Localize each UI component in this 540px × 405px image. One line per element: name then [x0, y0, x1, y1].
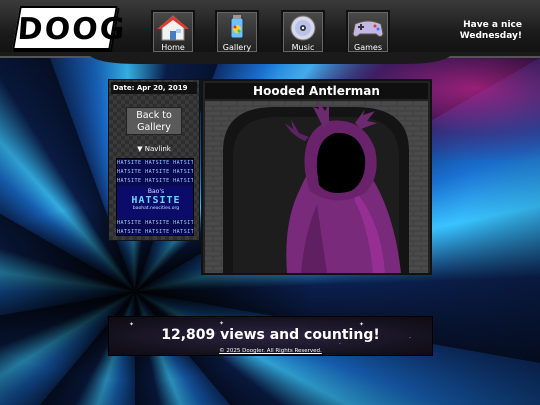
artwork-panel: Hooded Antlerman	[201, 79, 432, 275]
nav-games-button[interactable]: Games	[346, 10, 390, 54]
copyright-link[interactable]: © 2025 Doogler. All Rights Reserved.	[109, 348, 432, 354]
view-counter: 12,809 views and counting!	[161, 327, 380, 343]
greeting: Have a nice Wednesday!	[442, 20, 522, 42]
greeting-line-2: Wednesday!	[459, 31, 522, 41]
banner-row: HATSITE HATSITE HATSITE HATSITE	[117, 219, 193, 228]
banner-url: baohat.neocities.org	[132, 206, 180, 211]
artwork-image[interactable]	[205, 101, 428, 273]
artwork-title: Hooded Antlerman	[205, 83, 428, 99]
site-footer: ✦ · ✦ · ✦ · 12,809 views and counting! ©…	[108, 316, 433, 356]
gamepad-icon	[352, 20, 384, 37]
banner-owner: Bao's	[147, 188, 165, 195]
site-header: DOOG Home Gallery Music Games Have a nic…	[0, 0, 540, 58]
site-logo[interactable]: DOOG	[12, 6, 128, 50]
nav-games-label: Games	[354, 43, 382, 52]
greeting-line-1: Have a nice	[463, 20, 522, 30]
hatsite-banner-link[interactable]: HATSITE HATSITE HATSITE HATSITE HATSITE …	[116, 158, 194, 236]
banner-row: HATSITE HATSITE HATSITE HATSITE	[117, 177, 193, 186]
back-to-gallery-button[interactable]: Back to Gallery	[126, 107, 182, 135]
nav-home-label: Home	[161, 43, 185, 52]
banner-row: HATSITE HATSITE HATSITE HATSITE	[117, 159, 193, 168]
nav-music-label: Music	[291, 43, 315, 52]
house-icon	[157, 15, 189, 41]
nav-gallery-label: Gallery	[222, 43, 252, 52]
logo-text: DOOG	[16, 12, 128, 47]
nav-gallery-button[interactable]: Gallery	[215, 10, 259, 54]
banner-title: HATSITE	[131, 195, 181, 206]
star-decoration: ✦	[219, 320, 225, 327]
banner-center: Bao's HATSITE baohat.neocities.org	[125, 186, 187, 216]
banner-row: HATSITE HATSITE HATSITE HATSITE	[117, 168, 193, 177]
header-curve	[0, 52, 540, 64]
paint-tube-icon	[230, 15, 244, 39]
nav-home-button[interactable]: Home	[151, 10, 195, 54]
navlink-label: ▼ Navlink	[137, 145, 171, 153]
cd-icon	[290, 15, 316, 41]
sidebar: Date: Apr 20, 2019 Back to Gallery ▼ Nav…	[108, 79, 200, 241]
post-date: Date: Apr 20, 2019	[111, 82, 197, 94]
banner-row: HATSITE HATSITE HATSITE HATSITE	[117, 228, 193, 235]
nav-music-button[interactable]: Music	[281, 10, 325, 54]
